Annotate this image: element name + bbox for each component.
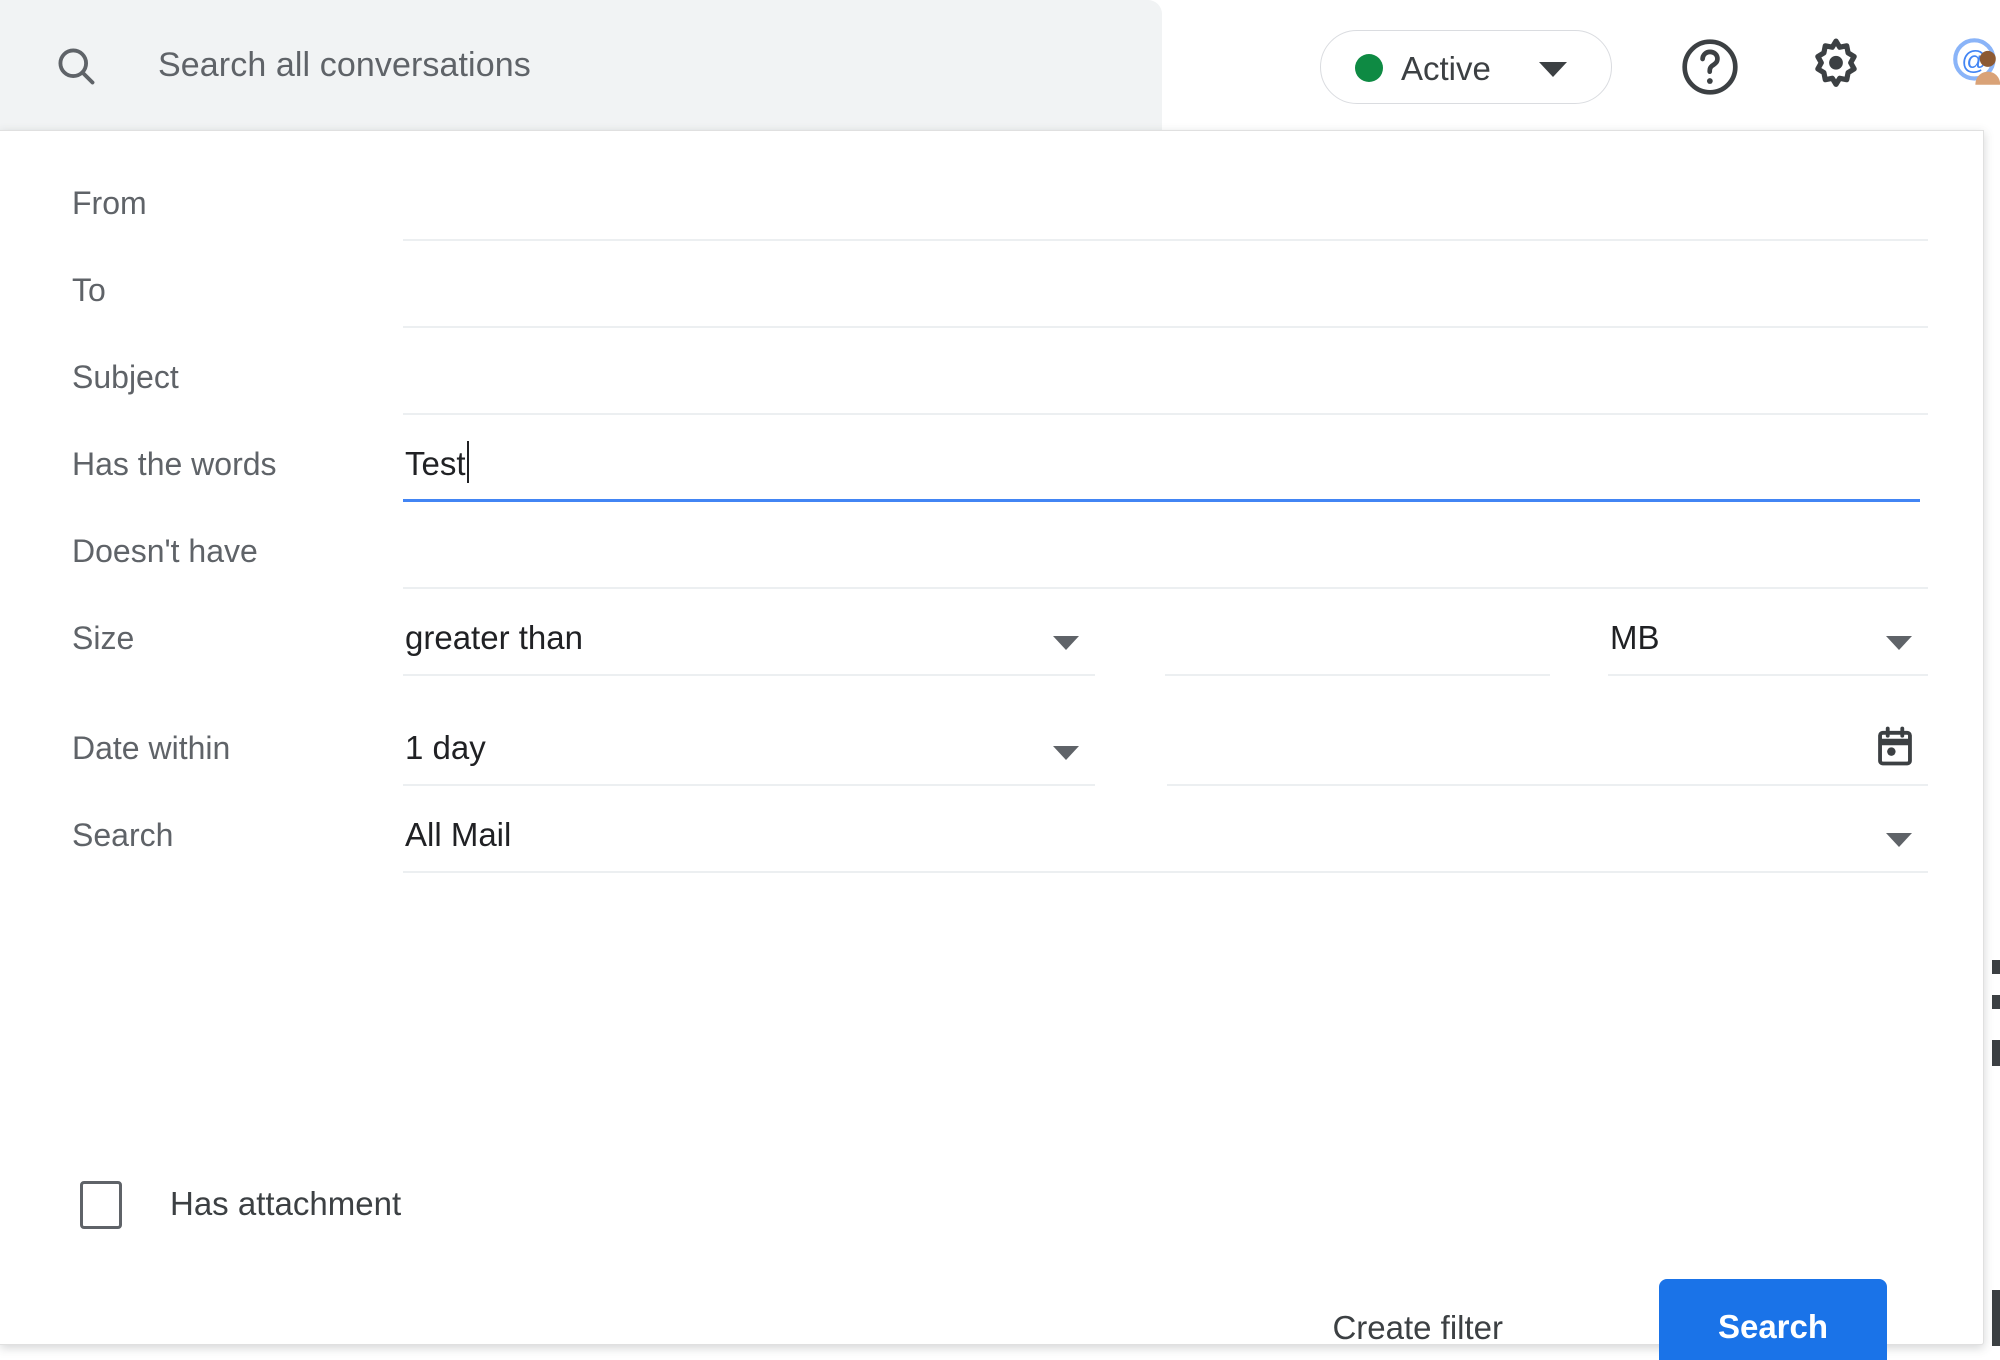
- date-value-input[interactable]: [1167, 712, 1928, 786]
- has-attachment-row[interactable]: Has attachment: [0, 1161, 1983, 1271]
- size-comparator-select[interactable]: greater than: [403, 602, 1095, 676]
- search-scope-value: All Mail: [405, 816, 512, 853]
- label-size: Size: [72, 620, 135, 656]
- label-doesnt-have: Doesn't have: [72, 533, 258, 569]
- chevron-down-icon: [1886, 833, 1912, 847]
- has-attachment-label: Has attachment: [170, 1185, 402, 1222]
- has-the-words-text: Test: [405, 445, 466, 482]
- from-input[interactable]: [403, 167, 1928, 241]
- field-row-size: Size greater than MB: [0, 588, 1983, 702]
- field-row-search-scope: Search All Mail: [0, 785, 1983, 899]
- chevron-down-icon: [1539, 62, 1567, 77]
- chevron-down-icon: [1053, 746, 1079, 760]
- doesnt-have-input[interactable]: [403, 515, 1928, 589]
- has-the-words-input[interactable]: Test: [403, 428, 1920, 502]
- calendar-icon[interactable]: [1872, 724, 1918, 770]
- label-date-within: Date within: [72, 730, 231, 766]
- search-bar[interactable]: Search all conversations: [0, 0, 1162, 130]
- background-fragment: [1992, 995, 2000, 1009]
- label-to: To: [72, 272, 106, 308]
- background-fragment: [1992, 1290, 2000, 1346]
- status-label: Active: [1401, 50, 1491, 87]
- date-range-select[interactable]: 1 day: [403, 712, 1095, 786]
- label-subject: Subject: [72, 359, 179, 395]
- create-filter-button[interactable]: Create filter: [1332, 1303, 1503, 1353]
- search-scope-select[interactable]: All Mail: [403, 799, 1928, 873]
- text-cursor: [466, 441, 469, 483]
- top-bar: Search all conversations Active @: [0, 0, 2000, 132]
- label-from: From: [72, 185, 147, 221]
- advanced-search-dialog: From To Subject Has the words Test Doesn…: [0, 130, 1984, 1360]
- status-dot: [1355, 54, 1383, 82]
- search-icon: [54, 44, 98, 88]
- label-has-the-words: Has the words: [72, 446, 277, 482]
- size-unit-select[interactable]: MB: [1608, 602, 1928, 676]
- search-button[interactable]: Search: [1659, 1279, 1887, 1360]
- background-fragment: [1992, 1040, 2000, 1066]
- label-search-scope: Search: [72, 817, 174, 853]
- chevron-down-icon: [1053, 636, 1079, 650]
- gear-icon[interactable]: [1803, 34, 1869, 100]
- has-attachment-checkbox[interactable]: [80, 1181, 122, 1229]
- status-chip[interactable]: Active: [1320, 30, 1612, 104]
- help-circle-icon[interactable]: [1677, 34, 1743, 100]
- size-amount-input[interactable]: [1165, 602, 1550, 676]
- size-unit-value: MB: [1610, 619, 1660, 656]
- size-comparator-value: greater than: [405, 619, 583, 656]
- date-range-value: 1 day: [405, 729, 486, 766]
- chevron-down-icon: [1886, 636, 1912, 650]
- gmail-advanced-search-screen: Search all conversations Active @ From T…: [0, 0, 2000, 1360]
- background-fragment: [1992, 960, 2000, 974]
- account-avatar-icon[interactable]: @: [1948, 32, 2000, 94]
- subject-input[interactable]: [403, 341, 1928, 415]
- search-input-placeholder[interactable]: Search all conversations: [158, 40, 531, 90]
- to-input[interactable]: [403, 254, 1928, 328]
- has-the-words-input-value: Test: [405, 440, 469, 488]
